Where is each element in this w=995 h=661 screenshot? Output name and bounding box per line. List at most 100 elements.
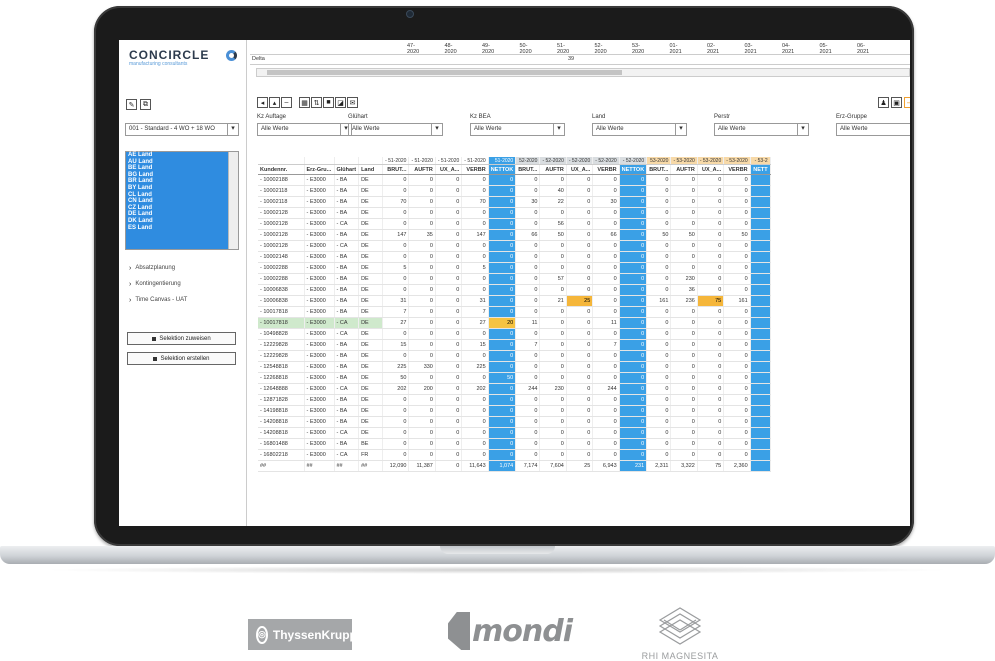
table-cell[interactable]: 0: [435, 174, 463, 186]
table-cell[interactable]: 0: [646, 306, 672, 318]
table-row[interactable]: - 10002148- E3000- BA DE 0 0 0 0 0 0 0 0 0 0 0 0 0 0: [258, 251, 771, 263]
table-cell[interactable]: 0: [435, 207, 463, 219]
table-cell[interactable]: 0: [382, 405, 410, 417]
table-cell[interactable]: 0: [619, 383, 648, 395]
table-cell[interactable]: [750, 361, 771, 373]
table-cell[interactable]: 0: [646, 284, 672, 296]
table-cell[interactable]: - E3000: [304, 273, 335, 285]
table-cell[interactable]: 0: [539, 372, 567, 384]
table-cell[interactable]: 0: [488, 383, 517, 395]
table-cell[interactable]: 0: [488, 438, 517, 450]
table-cell[interactable]: DE: [358, 427, 384, 439]
table-cell[interactable]: 0: [488, 405, 517, 417]
table-cell[interactable]: 0: [723, 262, 751, 274]
table-cell[interactable]: 0: [515, 185, 541, 197]
table-cell[interactable]: 0: [670, 416, 698, 428]
table-cell[interactable]: 0: [723, 449, 751, 461]
table-cell[interactable]: 0: [670, 218, 698, 230]
table-cell[interactable]: 0: [723, 328, 751, 340]
table-cell[interactable]: [750, 262, 771, 274]
table-cell[interactable]: - 10002128: [258, 218, 305, 230]
column-header[interactable]: UX_A...: [566, 164, 594, 175]
table-row[interactable]: - 10002128- E3000- CA DE 0 0 0 0 0 0 0 0 0 0 0 0 0 0: [258, 240, 771, 252]
table-cell[interactable]: 0: [723, 350, 751, 362]
table-cell[interactable]: 0: [515, 449, 541, 461]
table-cell[interactable]: 225: [461, 361, 489, 373]
table-cell[interactable]: - BA: [334, 251, 360, 263]
table-cell[interactable]: 0: [488, 394, 517, 406]
table-cell[interactable]: 0: [723, 372, 751, 384]
table-cell[interactable]: - BA: [334, 306, 360, 318]
table-cell[interactable]: 0: [670, 350, 698, 362]
table-cell[interactable]: 0: [539, 394, 567, 406]
table-cell[interactable]: 0: [592, 427, 620, 439]
table-cell[interactable]: 11: [592, 317, 620, 329]
table-cell[interactable]: 0: [646, 218, 672, 230]
column-header[interactable]: NETTOK: [488, 164, 517, 175]
table-cell[interactable]: 0: [408, 207, 436, 219]
table-cell[interactable]: 0: [723, 240, 751, 252]
table-row[interactable]: - 14208818- E3000- CA DE 0 0 0 0 0 0 0 0 0 0 0 0 0 0: [258, 427, 771, 439]
table-cell[interactable]: - CA: [334, 427, 360, 439]
table-cell[interactable]: 0: [566, 185, 594, 197]
table-cell[interactable]: 20: [488, 317, 517, 329]
grid-icon[interactable]: ▦: [299, 97, 310, 108]
table-cell[interactable]: - 10002128: [258, 207, 305, 219]
table-cell[interactable]: 0: [619, 273, 648, 285]
table-cell[interactable]: 0: [646, 438, 672, 450]
table-cell[interactable]: 0: [566, 416, 594, 428]
table-cell[interactable]: DE: [358, 284, 384, 296]
table-cell[interactable]: 0: [461, 372, 489, 384]
table-cell[interactable]: 0: [592, 449, 620, 461]
table-cell[interactable]: - E3000: [304, 449, 335, 461]
table-cell[interactable]: 0: [619, 284, 648, 296]
table-cell[interactable]: 0: [515, 394, 541, 406]
column-header[interactable]: Kundennr.: [258, 164, 305, 175]
table-cell[interactable]: 0: [723, 273, 751, 285]
table-cell[interactable]: 0: [619, 328, 648, 340]
table-cell[interactable]: 0: [646, 273, 672, 285]
column-header[interactable]: UX_A...: [697, 164, 725, 175]
country-item[interactable]: CL Land: [126, 192, 230, 199]
table-cell[interactable]: 2,360: [723, 460, 751, 472]
table-row[interactable]: - 10002118- E3000- BA DE 70 0 0 70 0 30 22 0 30 0 0 0…: [258, 196, 771, 208]
table-cell[interactable]: 12,090: [382, 460, 410, 472]
table-cell[interactable]: - 10002188: [258, 174, 305, 186]
table-cell[interactable]: 0: [382, 174, 410, 186]
table-cell[interactable]: 0: [566, 372, 594, 384]
table-cell[interactable]: 0: [515, 405, 541, 417]
table-cell[interactable]: 0: [461, 394, 489, 406]
minus-icon[interactable]: –: [281, 97, 292, 108]
table-cell[interactable]: 0: [723, 174, 751, 186]
table-cell[interactable]: - 16802218: [258, 449, 305, 461]
table-cell[interactable]: 0: [619, 196, 648, 208]
table-cell[interactable]: 0: [566, 350, 594, 362]
table-cell[interactable]: [750, 229, 771, 241]
table-cell[interactable]: 0: [382, 284, 410, 296]
table-cell[interactable]: - E3000: [304, 394, 335, 406]
table-row[interactable]: - 10002128- E3000- CA DE 0 0 0 0 0 0 56 0 0 0 0 0 0 0: [258, 218, 771, 230]
table-cell[interactable]: 0: [488, 339, 517, 351]
table-cell[interactable]: 0: [592, 262, 620, 274]
table-cell[interactable]: 0: [408, 394, 436, 406]
table-cell[interactable]: - E3000: [304, 427, 335, 439]
table-cell[interactable]: 0: [488, 174, 517, 186]
table-cell[interactable]: 0: [515, 218, 541, 230]
table-cell[interactable]: 0: [461, 284, 489, 296]
table-cell[interactable]: BE: [358, 438, 384, 450]
table-cell[interactable]: 0: [697, 218, 725, 230]
table-row[interactable]: - 10017818- E3000- CA DE 27 0 0 27 20 11 0 0 11 0 0 0…: [258, 317, 771, 329]
table-cell[interactable]: 0: [408, 350, 436, 362]
table-cell[interactable]: 0: [723, 185, 751, 197]
table-cell[interactable]: 0: [646, 361, 672, 373]
table-cell[interactable]: 30: [515, 196, 541, 208]
table-cell[interactable]: 0: [408, 185, 436, 197]
table-cell[interactable]: 0: [670, 251, 698, 263]
table-cell[interactable]: 0: [592, 273, 620, 285]
table-row[interactable]: - 10017818- E3000- BA DE 7 0 0 7 0 0 0 0 0 0 0 0 0 0: [258, 306, 771, 318]
table-cell[interactable]: 30: [592, 196, 620, 208]
table-cell[interactable]: 11: [515, 317, 541, 329]
table-cell[interactable]: DE: [358, 185, 384, 197]
table-cell[interactable]: 0: [723, 218, 751, 230]
table-cell[interactable]: 0: [488, 427, 517, 439]
